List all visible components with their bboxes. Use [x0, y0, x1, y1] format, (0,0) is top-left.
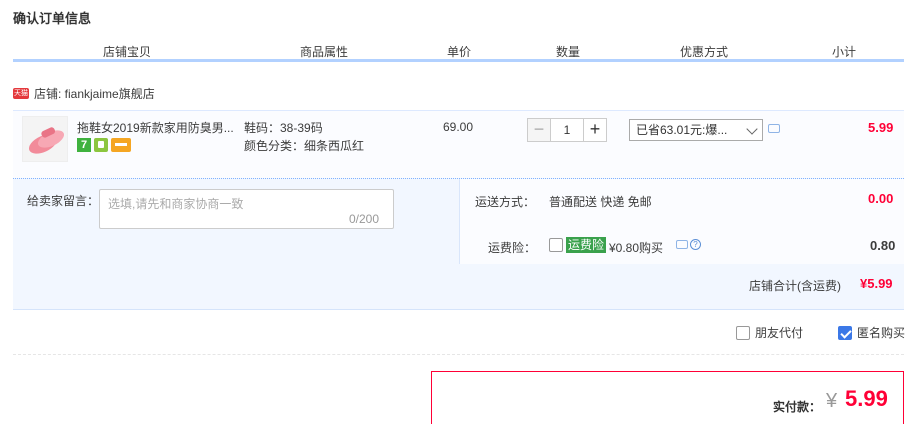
shop-total-value: ¥5.99 — [860, 276, 893, 291]
attr-color: 颜色分类：细条西瓜红 — [244, 139, 365, 153]
currency-symbol: ¥ — [826, 390, 838, 412]
tmall-icon: 天猫 — [13, 87, 29, 99]
shop-line: 天猫 店铺: fiankjaime旗舰店 — [13, 85, 155, 101]
chevron-down-icon — [746, 123, 758, 135]
message-char-count: 0/200 — [349, 212, 380, 226]
service-badges: 7 — [77, 138, 131, 152]
guarantee-icon — [94, 138, 108, 152]
shop-total-label: 店铺合计(含运费) — [749, 279, 841, 293]
friend-pay-label: 朋友代付 — [755, 326, 804, 340]
insurance-checkbox[interactable] — [549, 238, 563, 252]
attr-size: 鞋码：38-39码 — [244, 121, 323, 135]
quantity-stepper: − 1 + — [527, 118, 607, 142]
payment-label: 实付款： — [773, 400, 822, 414]
message-placeholder: 选填,请先和商家协商一致 — [108, 197, 244, 211]
friend-pay-option[interactable]: 朋友代付 — [736, 324, 803, 341]
insurance-fee: 0.80 — [870, 238, 896, 253]
shop-name[interactable]: 店铺: fiankjaime旗舰店 — [34, 85, 155, 102]
chat-bubble-icon[interactable] — [676, 240, 688, 249]
anonymous-checkbox[interactable] — [838, 325, 852, 340]
friend-pay-checkbox[interactable] — [736, 325, 750, 340]
anonymous-label: 匿名购买 — [857, 326, 906, 340]
column-header-attributes: 商品属性 — [300, 45, 349, 59]
panel-divider — [459, 179, 460, 264]
message-label: 给卖家留言： — [27, 194, 100, 208]
insurance-price: ¥0.80购买 — [609, 241, 664, 255]
seven-day-return-icon: 7 — [77, 138, 91, 152]
product-thumbnail[interactable] — [22, 116, 68, 162]
qty-increase-button[interactable]: + — [583, 118, 607, 142]
shipping-fee: 0.00 — [868, 191, 894, 206]
promotion-select[interactable]: 已省63.01元:爆... — [629, 119, 763, 141]
shipping-method: 普通配送 快递 免邮 — [549, 195, 652, 209]
insurance-help: ? — [676, 239, 701, 250]
credit-card-icon — [111, 138, 131, 152]
chat-bubble-icon[interactable] — [768, 124, 780, 133]
promotion-value: 已省63.01元:爆... — [636, 123, 728, 137]
column-header-item: 店铺宝贝 — [103, 45, 152, 59]
column-header-row: 店铺宝贝 商品属性 单价 数量 优惠方式 小计 — [13, 42, 904, 62]
payment-total: 5.99 — [845, 386, 888, 411]
column-header-quantity: 数量 — [556, 45, 581, 59]
qty-decrease-button[interactable]: − — [527, 118, 551, 142]
item-subtotal: 5.99 — [868, 120, 894, 135]
divider — [13, 354, 904, 355]
unit-price: 69.00 — [443, 120, 474, 134]
insurance-label: 运费险： — [488, 241, 537, 255]
column-header-subtotal: 小计 — [832, 45, 857, 59]
help-icon[interactable]: ? — [690, 239, 701, 250]
column-header-discount: 优惠方式 — [680, 45, 729, 59]
product-name-link[interactable]: 拖鞋女2019新款家用防臭男... — [77, 119, 240, 136]
shipping-label: 运送方式： — [475, 195, 536, 209]
qty-input[interactable]: 1 — [551, 118, 583, 142]
insurance-tag: 运费险 — [566, 237, 607, 253]
page-title: 确认订单信息 — [13, 11, 92, 26]
column-header-price: 单价 — [447, 45, 472, 59]
anonymous-option[interactable]: 匿名购买 — [838, 324, 905, 341]
